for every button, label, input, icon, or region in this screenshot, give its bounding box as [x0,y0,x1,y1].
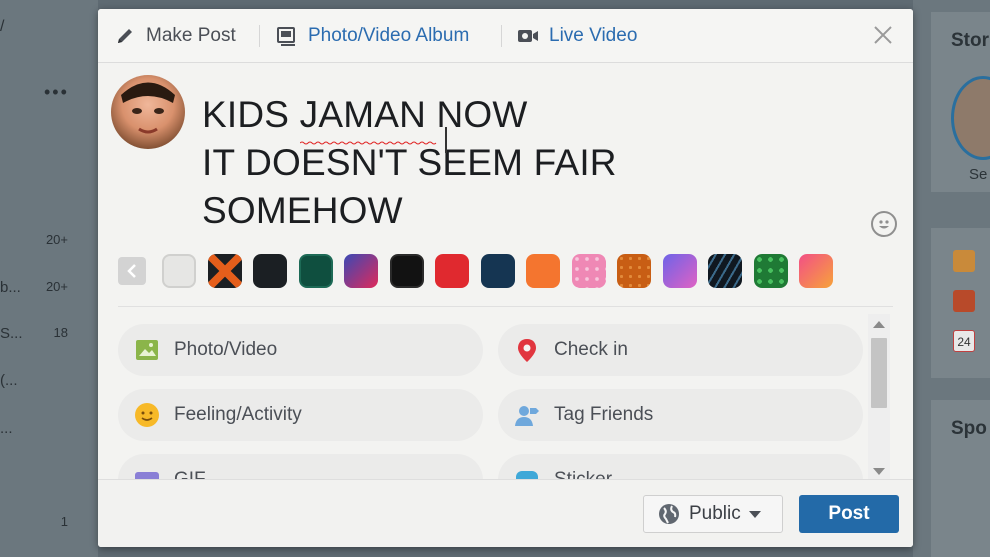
tab-divider [259,25,260,47]
chevron-left-icon [127,264,136,278]
post-text-line-1: KIDS JAMAN NOW [202,94,528,135]
swatch-orange[interactable] [526,254,560,288]
swatch-green-pattern[interactable] [754,254,788,288]
tab-label: Live Video [549,25,638,46]
shortcut-thumbnail-icon [953,250,975,272]
divider [118,306,893,307]
globe-icon [658,503,680,525]
post-options-list: Photo/Video Check in Feeling/Activity Ta… [118,314,863,482]
swatch-navy[interactable] [481,254,515,288]
background-left-column: ••• / 20+ b... 20+ S... 18 (... ... 1 [0,0,98,557]
tab-make-post[interactable]: Make Post [114,23,236,49]
close-icon[interactable] [869,21,897,49]
bg-list-row: S... 18 [0,325,68,342]
dialog-footer: Public Post [98,479,913,547]
option-sticker[interactable]: Sticker [498,454,863,482]
calendar-icon: 24 [953,330,975,352]
post-type-tabs: Make Post Photo/Video Album Live Video [98,9,913,63]
option-check-in[interactable]: Check in [498,324,863,376]
privacy-label: Public [689,503,741,524]
post-text-line-2: IT DOESN'T SEEM FAIR [202,142,617,183]
option-gif[interactable]: GIF [118,454,483,482]
post-text-line-3: SOMEHOW [202,190,403,231]
swatch-red[interactable] [435,254,469,288]
option-feeling-activity[interactable]: Feeling/Activity [118,389,483,441]
spellcheck-underline [299,132,438,145]
emoji-picker-icon[interactable] [871,211,897,237]
album-icon [276,25,298,47]
scroll-down-arrow-icon[interactable] [873,468,885,475]
swatch-pink-orange-gradient[interactable] [799,254,833,288]
tab-photo-video-album[interactable]: Photo/Video Album [276,23,469,49]
shortcut-badge-icon [953,290,975,312]
option-photo-video[interactable]: Photo/Video [118,324,483,376]
caret-down-icon [748,510,761,518]
bg-list-row: 20+ [45,232,68,247]
swatch-black[interactable] [253,254,287,288]
option-label: Check in [554,339,628,360]
tab-divider [501,25,502,47]
option-label: Tag Friends [554,404,654,425]
create-post-dialog: Make Post Photo/Video Album Live Video K… [98,9,913,547]
sponsored-heading: Spo [951,418,987,439]
swatch-burnt-orange-pattern[interactable] [617,254,651,288]
scrollbar-thumb[interactable] [871,338,887,408]
pencil-icon [114,25,136,47]
swatch-purple-red-gradient[interactable] [344,254,378,288]
stories-heading: Stor [951,30,989,51]
post-text-area[interactable]: KIDS JAMAN NOW IT DOESN'T SEEM FAIR SOME… [202,91,842,235]
post-button[interactable]: Post [799,495,899,533]
swatch-plain-white[interactable] [162,254,196,288]
bg-list-row: 1 [60,514,68,529]
scroll-up-arrow-icon[interactable] [873,321,885,328]
smiley-icon [134,402,160,428]
location-pin-icon [514,337,540,363]
swatch-orange-x-pattern[interactable] [208,254,242,288]
post-text-line: KIDS JAMAN NOW [202,91,842,139]
bg-list-row: b... 20+ [0,279,68,296]
left-arrow-glyph: / [0,18,5,35]
privacy-selector[interactable]: Public [643,495,783,533]
tab-live-video[interactable]: Live Video [517,23,637,49]
swatch-dark-green[interactable] [299,254,333,288]
photo-icon [134,337,160,363]
tab-label: Make Post [146,25,236,46]
bg-list-row: (... [0,372,18,389]
tag-friends-icon [514,402,540,428]
options-scrollbar[interactable] [868,314,890,482]
story-name: Se [969,166,988,183]
swatch-dark-stripes[interactable] [708,254,742,288]
tab-label: Photo/Video Album [308,25,470,46]
video-camera-icon [517,25,539,47]
option-label: Photo/Video [174,339,278,360]
text-cursor [445,127,447,153]
option-label: Feeling/Activity [174,404,302,425]
swatch-violet-gradient[interactable] [663,254,697,288]
swatch-pink-pattern[interactable] [572,254,606,288]
bg-list-row: ... [0,420,13,437]
scroll-left-button[interactable] [118,257,146,285]
more-options-icon: ••• [44,82,69,102]
swatch-black-pattern[interactable] [390,254,424,288]
background-right-column: Stor Se 24 Spo [913,0,990,557]
avatar [111,75,185,149]
option-tag-friends[interactable]: Tag Friends [498,389,863,441]
